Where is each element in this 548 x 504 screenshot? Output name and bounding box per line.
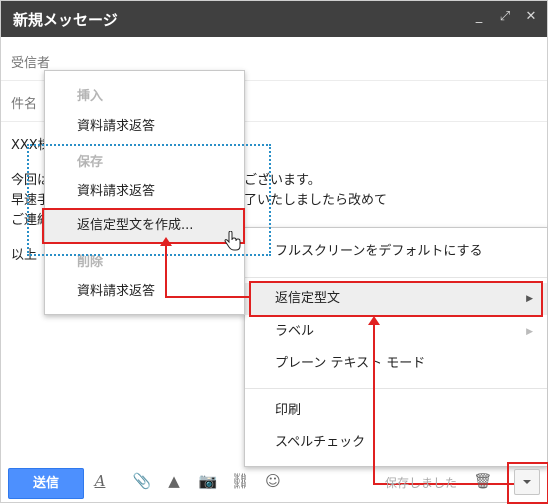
send-button[interactable]: 送信 [8, 468, 84, 499]
trash-icon[interactable]: 🗑 [473, 471, 493, 491]
formatting-icon[interactable]: A [90, 471, 110, 491]
compose-toolbar: 送信 A 📎 ▲ 📷 ⛓ ☺ 保存しました 🗑 [1, 461, 547, 502]
drive-icon[interactable]: ▲ [164, 471, 184, 491]
link-icon[interactable]: ⛓ [230, 471, 250, 491]
emoji-icon[interactable]: ☺ [263, 471, 283, 491]
annotation-arrows [160, 237, 526, 485]
photo-icon[interactable]: 📷 [198, 471, 218, 491]
saved-status: 保存しました [385, 476, 458, 490]
compose-window: 新規メッセージ _ ⤢ ✕ 受信者 件名 XXX様 今回は ございます。 早速手… [0, 0, 548, 504]
highlight-more-options-button [507, 462, 548, 504]
attach-icon[interactable]: 📎 [132, 471, 152, 491]
